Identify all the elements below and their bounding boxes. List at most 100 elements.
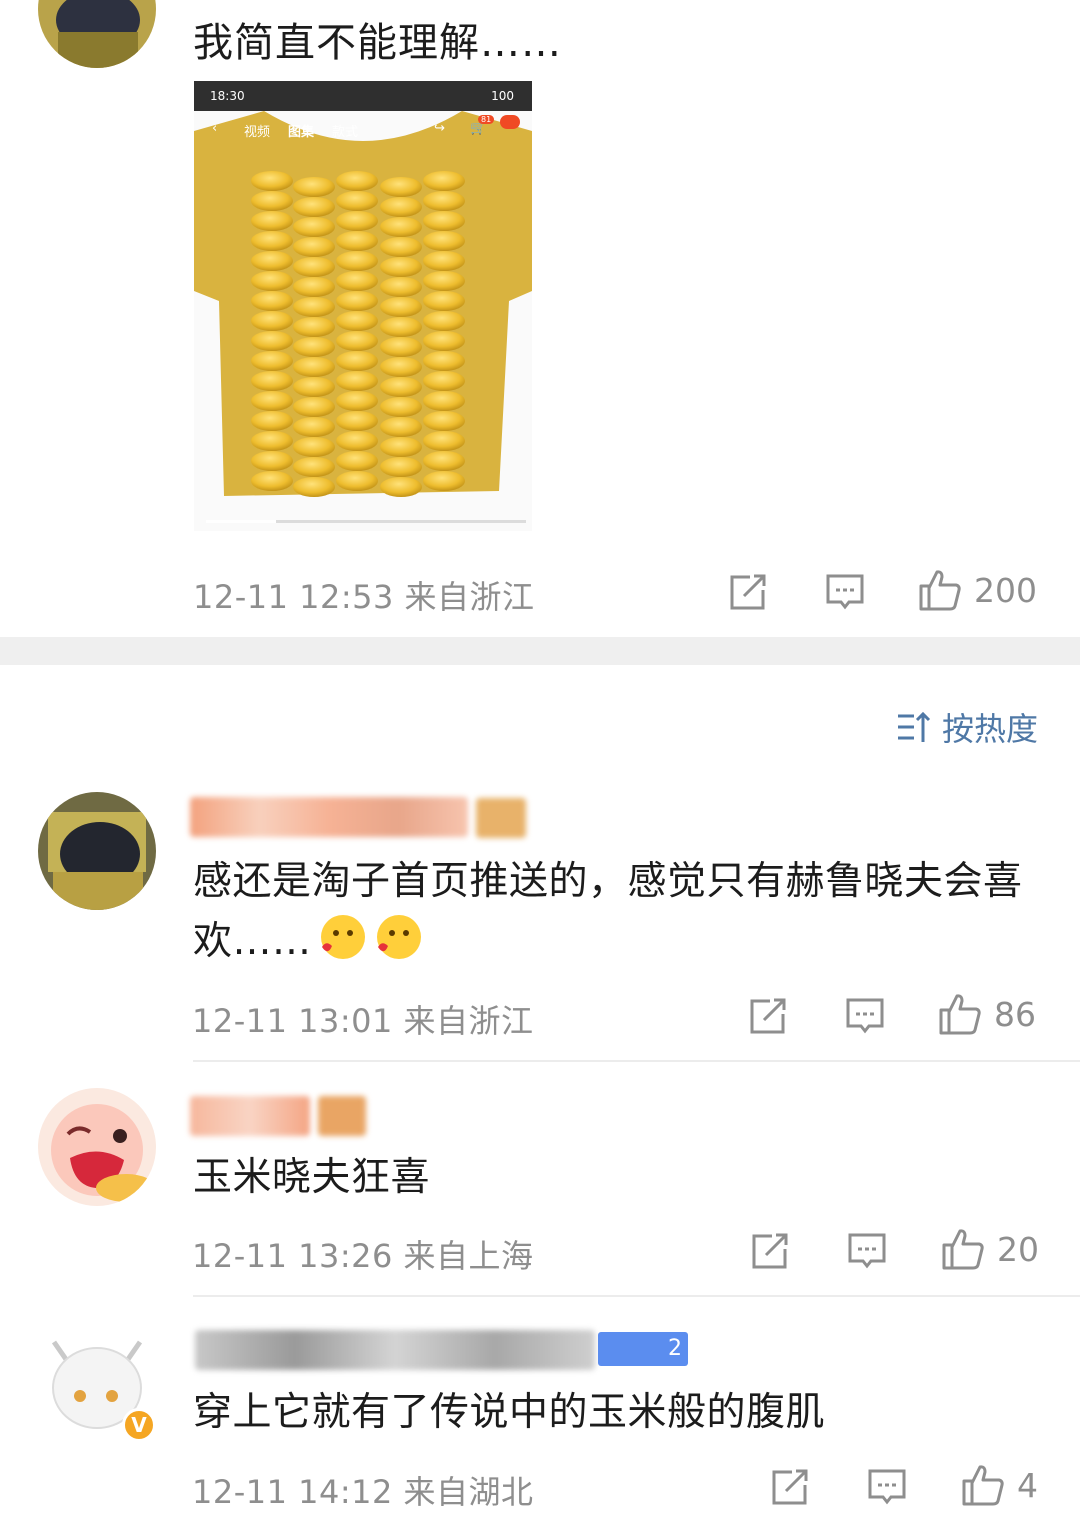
user-badge-icon	[318, 1096, 366, 1136]
corn-kernel	[423, 371, 465, 391]
corn-kernel	[293, 297, 335, 317]
corn-kernel	[336, 391, 378, 411]
corn-kernel	[423, 391, 465, 411]
post-text: 我简直不能理解……	[193, 20, 562, 66]
cart-badge: 81	[478, 115, 495, 124]
corn-kernel	[423, 171, 465, 191]
corn-kernel	[380, 257, 422, 277]
repost-icon	[730, 574, 766, 610]
corn-kernel	[336, 171, 378, 191]
corn-kernel	[380, 437, 422, 457]
comment-meta: 12-11 13:26 来自上海	[192, 1237, 534, 1275]
thumbs-up-icon	[942, 1229, 984, 1270]
corn-kernel	[423, 451, 465, 471]
post-meta: 12-11 12:53 来自浙江	[193, 578, 535, 616]
corn-shirt-image	[194, 111, 532, 497]
blush-emoji-icon	[320, 915, 365, 959]
photo-status-time: 18:30	[210, 89, 245, 103]
corn-kernel	[336, 211, 378, 231]
corn-kernel	[380, 317, 422, 337]
repost-button[interactable]	[748, 996, 788, 1036]
comment-meta: 12-11 13:01 来自浙江	[192, 1002, 534, 1040]
corn-kernel	[423, 471, 465, 491]
corn-kernel	[293, 377, 335, 397]
photo-tab-style: 款式	[332, 125, 359, 140]
comment-username[interactable]	[190, 1096, 310, 1136]
corn-kernel	[251, 251, 293, 271]
comment-button[interactable]	[825, 572, 865, 612]
corn-kernel	[251, 231, 293, 251]
repost-button[interactable]	[750, 1231, 790, 1271]
repost-button[interactable]	[728, 572, 768, 612]
blush-emoji-icon	[376, 915, 421, 959]
comment-icon	[848, 1233, 886, 1269]
corn-kernel	[423, 311, 465, 331]
comment-meta: 12-11 14:12 来自湖北	[192, 1473, 534, 1511]
corn-kernel	[293, 217, 335, 237]
comment-avatar[interactable]	[38, 1088, 156, 1206]
user-badge-icon	[476, 798, 526, 838]
section-separator	[0, 637, 1080, 665]
corn-kernel	[251, 191, 293, 211]
corn-kernel	[336, 411, 378, 431]
like-button[interactable]: 200	[918, 568, 1037, 612]
like-button[interactable]: 86	[938, 992, 1036, 1036]
like-button[interactable]: 4	[961, 1463, 1038, 1507]
more-icon	[500, 115, 520, 129]
comment-button[interactable]	[867, 1467, 907, 1507]
like-count: 200	[974, 570, 1037, 610]
verified-badge-icon: V	[122, 1408, 156, 1442]
corn-kernel	[336, 231, 378, 251]
corn-kernel	[380, 177, 422, 197]
corn-kernel	[423, 191, 465, 211]
like-count: 86	[994, 994, 1036, 1034]
thumbs-up-icon	[939, 994, 981, 1035]
corn-kernel	[251, 331, 293, 351]
corn-kernel	[423, 291, 465, 311]
post-author-avatar[interactable]	[38, 0, 156, 68]
repost-icon	[772, 1469, 808, 1505]
corn-kernel	[293, 357, 335, 377]
comment-icon	[868, 1469, 906, 1505]
corn-kernel	[380, 217, 422, 237]
comment-text: 玉米晓夫狂喜	[193, 1155, 431, 1200]
corn-kernel	[251, 211, 293, 231]
corn-kernel	[336, 271, 378, 291]
corn-kernel	[380, 197, 422, 217]
corn-kernel	[380, 237, 422, 257]
corn-kernel	[336, 311, 378, 331]
corn-kernel	[293, 437, 335, 457]
comment-username[interactable]	[195, 1330, 595, 1370]
repost-icon	[752, 1233, 788, 1269]
photo-progress-bar	[206, 520, 526, 523]
corn-kernel	[380, 477, 422, 497]
comment-username[interactable]	[190, 797, 468, 837]
post-photo[interactable]: 18:30 100 ‹ 视频 图集 款式 ↪ 🛒 81	[194, 81, 532, 531]
corn-kernel	[251, 391, 293, 411]
corn-kernel	[423, 331, 465, 351]
like-count: 4	[1017, 1465, 1038, 1505]
corn-kernel	[423, 271, 465, 291]
comment-avatar[interactable]	[38, 792, 156, 910]
corn-kernel	[293, 397, 335, 417]
sort-by-hot-button[interactable]: 按热度	[896, 704, 1038, 750]
corn-kernel	[380, 357, 422, 377]
comment-icon	[826, 574, 864, 610]
repost-button[interactable]	[770, 1467, 810, 1507]
comment-button[interactable]	[845, 996, 885, 1036]
sort-icon	[897, 711, 931, 742]
corn-kernel	[336, 191, 378, 211]
corn-kernel	[251, 351, 293, 371]
corn-kernel	[293, 337, 335, 357]
corn-kernel	[336, 331, 378, 351]
corn-kernel	[380, 277, 422, 297]
comment-icon	[846, 998, 884, 1034]
corn-kernel	[251, 311, 293, 331]
comment-button[interactable]	[847, 1231, 887, 1271]
like-button[interactable]: 20	[941, 1227, 1039, 1271]
corn-kernel	[423, 411, 465, 431]
corn-kernel	[336, 251, 378, 271]
repost-icon	[750, 998, 786, 1034]
like-count: 20	[997, 1229, 1039, 1269]
share-icon: ↪	[434, 121, 445, 136]
